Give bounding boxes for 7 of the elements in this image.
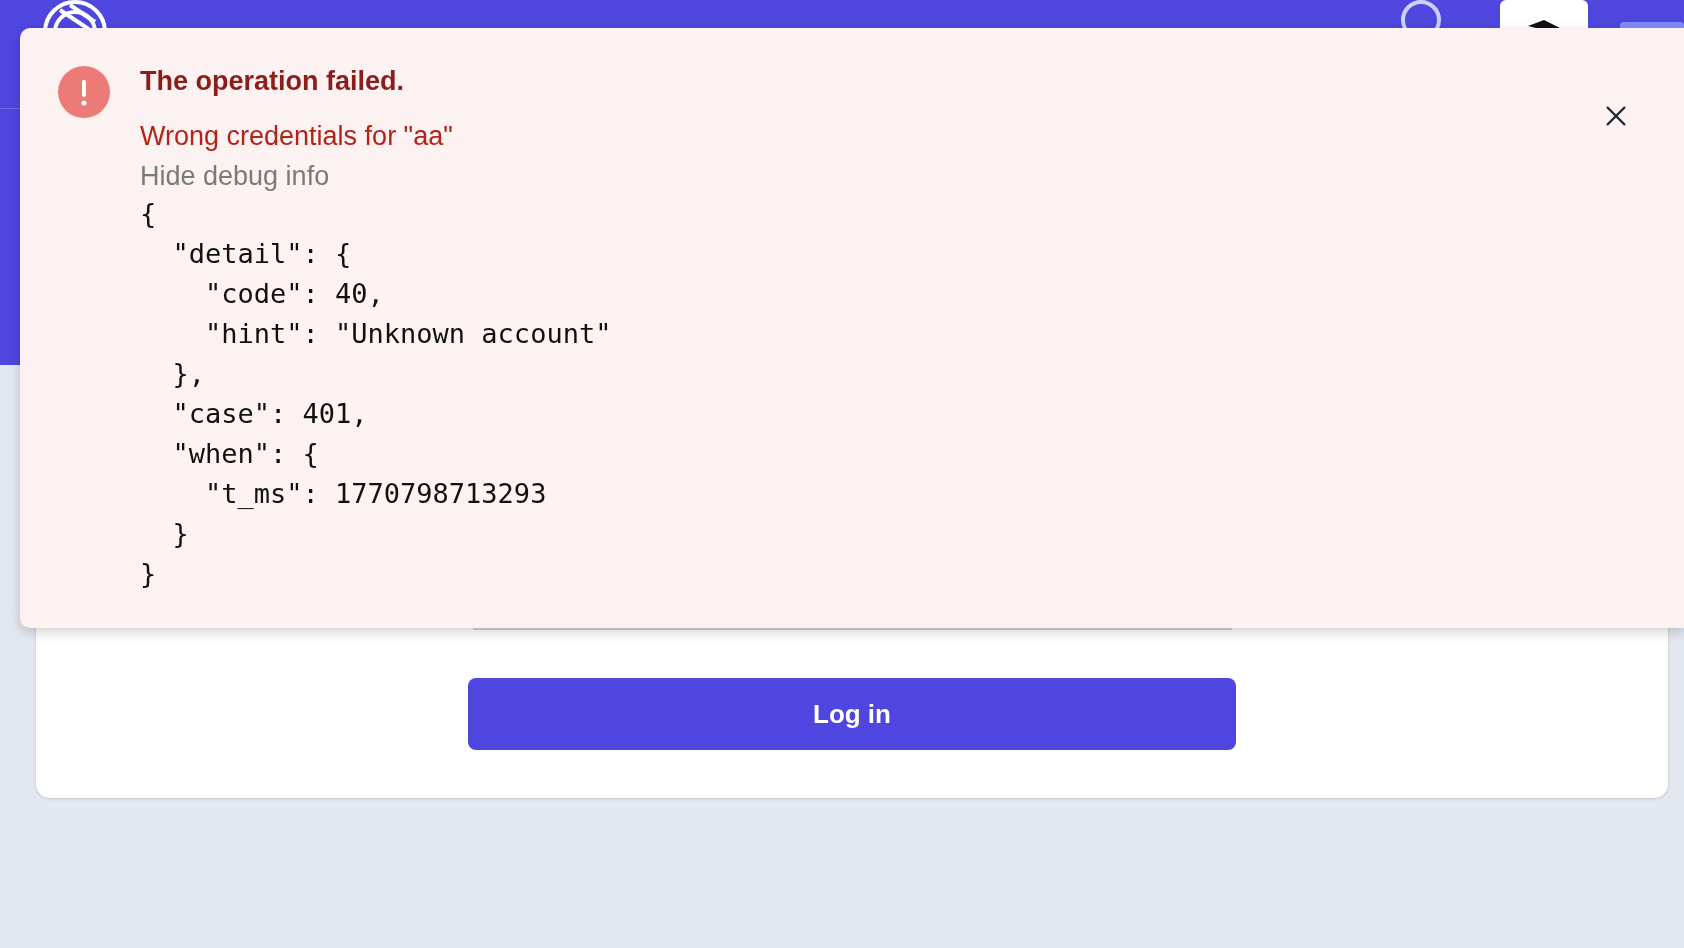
alert-icon <box>58 66 110 118</box>
login-button[interactable]: Log in <box>468 678 1236 750</box>
debug-toggle-link[interactable]: Hide debug info <box>140 161 330 192</box>
toast-title: The operation failed. <box>140 66 406 97</box>
close-icon[interactable] <box>1604 104 1628 128</box>
error-message: Wrong credentials for "aa" <box>140 121 454 152</box>
debug-info: { "detail": { "code": 40, "hint": "Unknown account" }, "case": 401, "when": { "t_ms": 1770798713293 } } <box>140 197 613 591</box>
